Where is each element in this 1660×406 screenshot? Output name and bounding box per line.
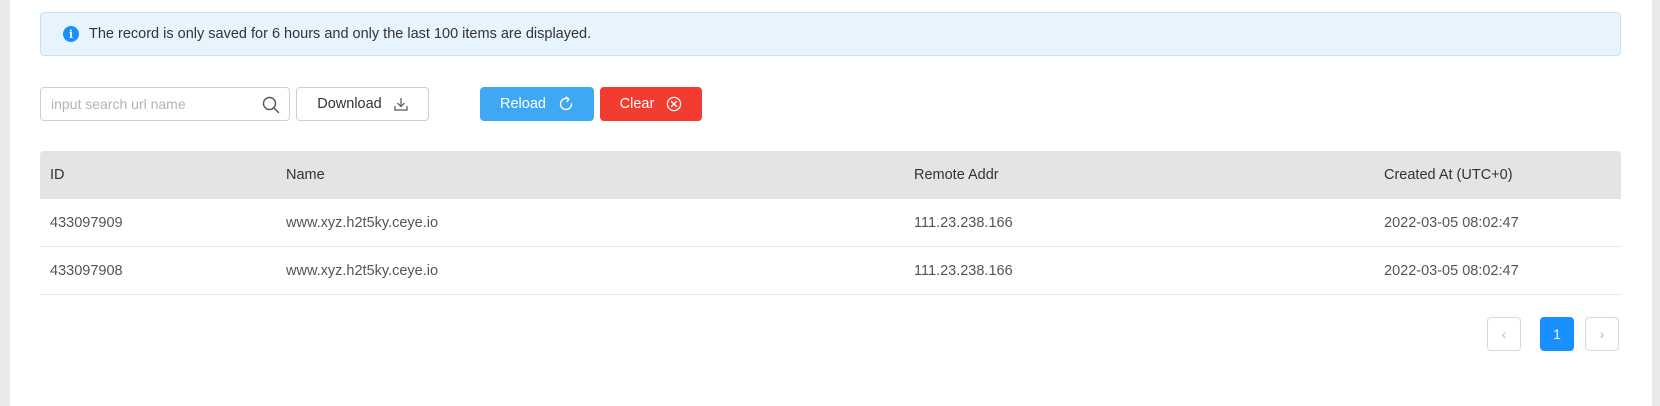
table-header: ID Name Remote Addr Created At (UTC+0) <box>40 151 1621 199</box>
table-row: 433097908 www.xyz.h2t5ky.ceye.io 111.23.… <box>40 247 1621 295</box>
cell-id: 433097908 <box>50 262 123 279</box>
info-alert: i The record is only saved for 6 hours a… <box>40 12 1621 56</box>
prev-page-button[interactable]: ‹ <box>1487 317 1521 351</box>
search-input[interactable] <box>51 88 256 120</box>
content-panel: i The record is only saved for 6 hours a… <box>10 0 1652 406</box>
records-table: ID Name Remote Addr Created At (UTC+0) 4… <box>40 151 1621 295</box>
cell-created-at: 2022-03-05 08:02:47 <box>1384 214 1519 231</box>
cell-id: 433097909 <box>50 214 123 231</box>
column-header-name: Name <box>286 167 325 183</box>
cell-remote-addr: 111.23.238.166 <box>914 262 1013 279</box>
search-icon[interactable] <box>262 96 280 114</box>
clear-button[interactable]: Clear <box>600 87 702 121</box>
cell-name: www.xyz.h2t5ky.ceye.io <box>286 214 439 231</box>
reload-button[interactable]: Reload <box>480 87 594 121</box>
reload-label: Reload <box>500 96 546 112</box>
refresh-icon <box>559 96 573 111</box>
column-header-created-at: Created At (UTC+0) <box>1384 167 1513 183</box>
column-header-id: ID <box>50 167 65 183</box>
cell-created-at: 2022-03-05 08:02:47 <box>1384 262 1519 279</box>
download-button[interactable]: Download <box>296 87 429 121</box>
download-icon <box>394 98 408 111</box>
close-circle-icon <box>667 96 682 112</box>
cell-name: www.xyz.h2t5ky.ceye.io <box>286 262 439 279</box>
info-icon: i <box>63 26 79 42</box>
clear-label: Clear <box>619 96 655 112</box>
download-label: Download <box>317 96 382 112</box>
alert-text: The record is only saved for 6 hours and… <box>89 26 592 42</box>
table-row: 433097909 www.xyz.h2t5ky.ceye.io 111.23.… <box>40 199 1621 247</box>
next-page-button[interactable]: › <box>1585 317 1619 351</box>
cell-remote-addr: 111.23.238.166 <box>914 214 1013 231</box>
page-1-button[interactable]: 1 <box>1540 317 1574 351</box>
column-header-remote-addr: Remote Addr <box>914 167 999 183</box>
search-box[interactable] <box>40 87 290 121</box>
